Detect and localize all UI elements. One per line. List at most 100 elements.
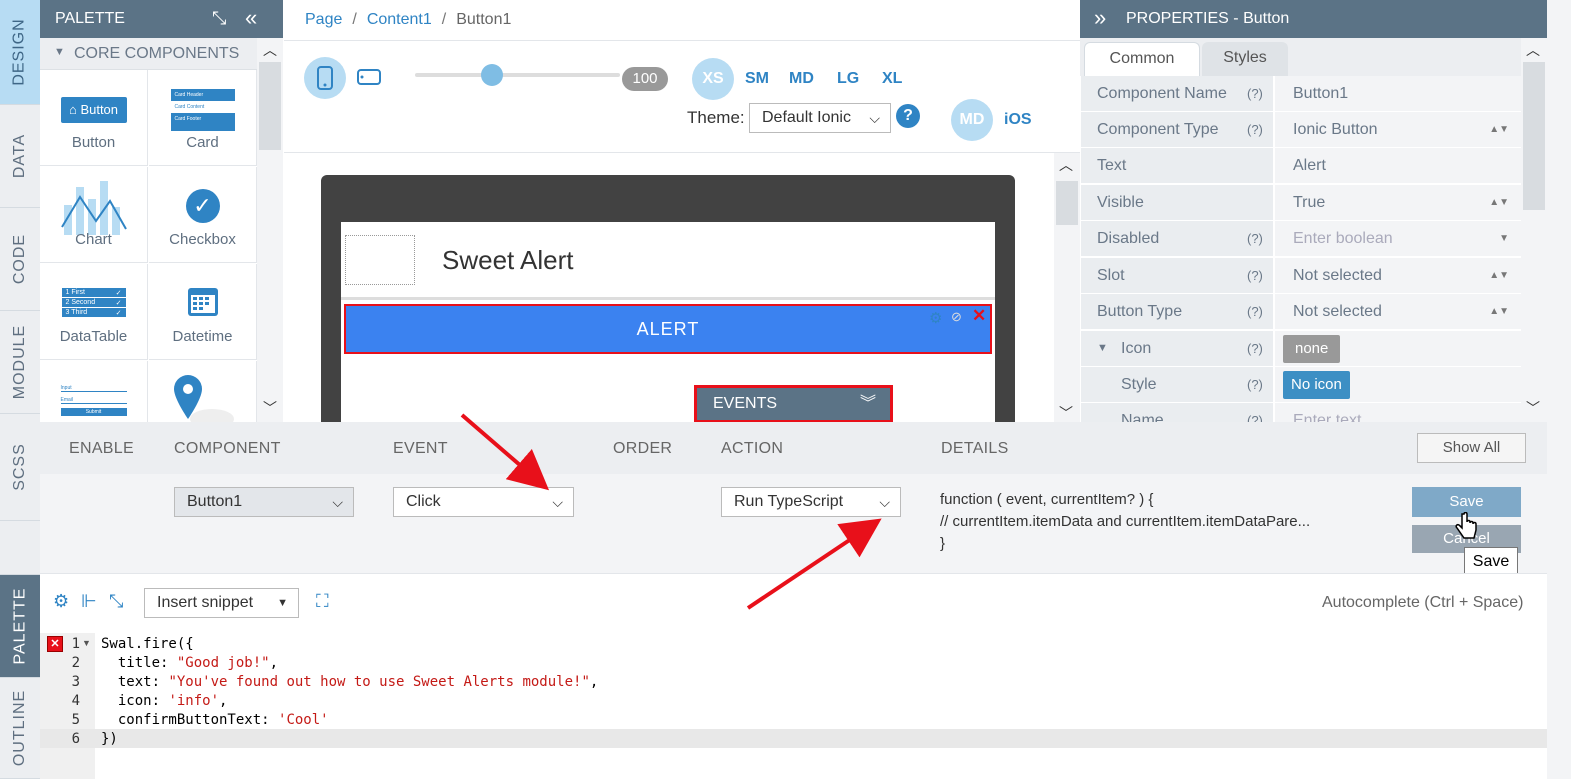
header-placeholder[interactable]: [345, 235, 415, 285]
eye-off-icon[interactable]: ⊘: [951, 309, 962, 325]
icon-none-button[interactable]: none: [1283, 335, 1341, 363]
scroll-thumb[interactable]: [259, 62, 281, 150]
tab-styles[interactable]: Styles: [1202, 42, 1288, 76]
palette-item-map[interactable]: [149, 361, 257, 422]
size-xl-button[interactable]: XL: [882, 70, 902, 88]
scroll-thumb[interactable]: [1523, 62, 1545, 210]
tab-palette-bottom[interactable]: PALETTE: [0, 575, 40, 678]
properties-title: PROPERTIES - Button: [1126, 10, 1290, 27]
palette-item-form[interactable]: Input Email Submit: [40, 361, 148, 422]
prop-row-disabled[interactable]: Disabled (?) Enter boolean ▼: [1081, 221, 1521, 257]
breadcrumb-content1[interactable]: Content1: [367, 11, 432, 28]
spinner-icon: ▲▼: [1489, 124, 1509, 135]
map-pin-icon: [173, 375, 234, 422]
action-select[interactable]: Run TypeScript ⌵: [721, 487, 901, 517]
no-icon-button[interactable]: No icon: [1283, 371, 1350, 399]
palette-item-chart[interactable]: Chart: [40, 167, 148, 263]
tab-scss[interactable]: SCSS: [0, 414, 40, 521]
palette-item-datetime[interactable]: Datetime: [149, 264, 257, 360]
spinner-icon: ▲▼: [1489, 270, 1509, 281]
chevron-up-icon[interactable]: ︿: [1526, 40, 1540, 60]
prop-row-text[interactable]: Text Alert: [1081, 148, 1521, 184]
prop-row-button-type[interactable]: Button Type (?) Not selected ▲▼: [1081, 294, 1521, 330]
prop-row-component-name[interactable]: Component Name (?) Button1: [1081, 76, 1521, 112]
palette-section[interactable]: ▼ CORE COMPONENTS: [40, 38, 257, 70]
left-tab-spacer: [0, 521, 40, 575]
help-icon[interactable]: ?: [896, 104, 920, 128]
col-component: COMPONENT: [174, 440, 281, 457]
page-scrollbar[interactable]: [1547, 0, 1571, 779]
alert-button[interactable]: ALERT: [344, 304, 992, 354]
canvas-scrollbar[interactable]: ︿ ﹀: [1054, 153, 1080, 422]
phone-device-button[interactable]: [304, 57, 346, 99]
size-md-button[interactable]: MD: [789, 70, 814, 88]
events-toggle[interactable]: EVENTS ︾: [694, 385, 893, 423]
properties-tabs: Common Styles: [1080, 38, 1521, 76]
compress-icon[interactable]: ⤡: [109, 591, 123, 612]
tablet-landscape-icon[interactable]: [357, 68, 381, 86]
size-xs-button[interactable]: XS: [692, 58, 734, 100]
chevron-up-icon[interactable]: ︿: [263, 40, 277, 60]
tab-common[interactable]: Common: [1084, 42, 1200, 76]
col-action: ACTION: [721, 440, 784, 457]
breadcrumb-page[interactable]: Page: [305, 11, 342, 28]
size-sm-button[interactable]: SM: [745, 70, 769, 88]
toolbar-divider: [341, 297, 995, 300]
show-all-button[interactable]: Show All: [1417, 433, 1526, 463]
chevron-down-icon[interactable]: ﹀: [1059, 403, 1073, 423]
palette-item-checkbox[interactable]: ✓ Checkbox: [149, 167, 257, 263]
prop-row-name[interactable]: Name (?) Enter text: [1081, 403, 1521, 422]
prop-row-visible[interactable]: Visible True ▲▼: [1081, 185, 1521, 221]
prop-row-component-type[interactable]: Component Type (?) Ionic Button ▲▼: [1081, 112, 1521, 148]
prop-row-slot[interactable]: Slot (?) Not selected ▲▼: [1081, 258, 1521, 294]
code-line: Swal.fire({: [101, 636, 194, 652]
palette-item-card[interactable]: Card Header Card Content Card Footer Car…: [149, 70, 257, 166]
col-order: ORDER: [613, 440, 673, 457]
chevron-up-icon[interactable]: ︿: [1059, 155, 1073, 175]
details-text: function ( event, currentItem? ) { // cu…: [940, 491, 1311, 552]
tab-data[interactable]: DATA: [0, 105, 40, 208]
divider: [284, 40, 1080, 41]
prop-row-style[interactable]: Style (?) No icon: [1081, 367, 1521, 403]
palette-item-button[interactable]: ⌂ Button Button: [40, 70, 148, 166]
tab-design[interactable]: DESIGN: [0, 0, 40, 105]
palette-item-datatable[interactable]: 1 First ✓ 2 Second ✓ 3 Third ✓ DataTable: [40, 264, 148, 360]
code-line: title: "Good job!",: [101, 655, 279, 671]
component-select[interactable]: Button1 ⌵: [174, 487, 354, 517]
double-chevron-right-icon[interactable]: »: [1094, 5, 1106, 31]
size-lg-button[interactable]: LG: [837, 70, 859, 88]
collapse-icon[interactable]: ⤡: [212, 8, 226, 29]
double-chevron-left-icon[interactable]: «: [245, 5, 257, 31]
zoom-slider[interactable]: [415, 73, 620, 77]
properties-header: » PROPERTIES - Button: [1080, 0, 1547, 38]
platform-ios-button[interactable]: iOS: [1004, 111, 1032, 129]
theme-select[interactable]: Default Ionic ⌵: [749, 103, 891, 133]
tab-code[interactable]: CODE: [0, 208, 40, 311]
chevron-down-icon[interactable]: ﹀: [263, 398, 277, 418]
gear-icon[interactable]: ⚙: [929, 309, 942, 327]
fullscreen-icon[interactable]: ⛶: [316, 591, 329, 612]
code-line: confirmButtonText: 'Cool': [101, 712, 329, 728]
event-select[interactable]: Click ⌵: [393, 487, 574, 517]
page-title[interactable]: Sweet Alert: [442, 245, 574, 276]
triangle-down-icon[interactable]: ▼: [1097, 331, 1108, 366]
fold-arrow-icon[interactable]: ▼: [82, 638, 91, 648]
theme-label: Theme:: [687, 108, 745, 127]
col-details: DETAILS: [941, 440, 1009, 457]
properties-scrollbar[interactable]: ︿ ﹀: [1521, 38, 1547, 422]
scroll-thumb[interactable]: [1056, 181, 1078, 225]
insert-snippet-select[interactable]: Insert snippet ▼: [144, 588, 299, 618]
mode-md-button[interactable]: MD: [951, 99, 993, 141]
palette-scrollbar[interactable]: ︿ ﹀: [257, 38, 283, 422]
phone-icon: [317, 66, 333, 90]
gear-icon[interactable]: ⚙: [53, 591, 69, 612]
tab-module[interactable]: MODULE: [0, 311, 40, 414]
indent-icon[interactable]: ⊩: [81, 591, 97, 612]
spinner-icon: ▲▼: [1489, 197, 1509, 208]
zoom-slider-handle[interactable]: [481, 64, 503, 86]
code-editor[interactable]: [95, 633, 1547, 779]
close-icon[interactable]: ✕: [972, 306, 986, 326]
prop-row-icon[interactable]: Icon ▼ (?) none: [1081, 331, 1521, 367]
chevron-down-icon[interactable]: ﹀: [1526, 398, 1540, 418]
tab-outline[interactable]: OUTLINE: [0, 678, 40, 779]
